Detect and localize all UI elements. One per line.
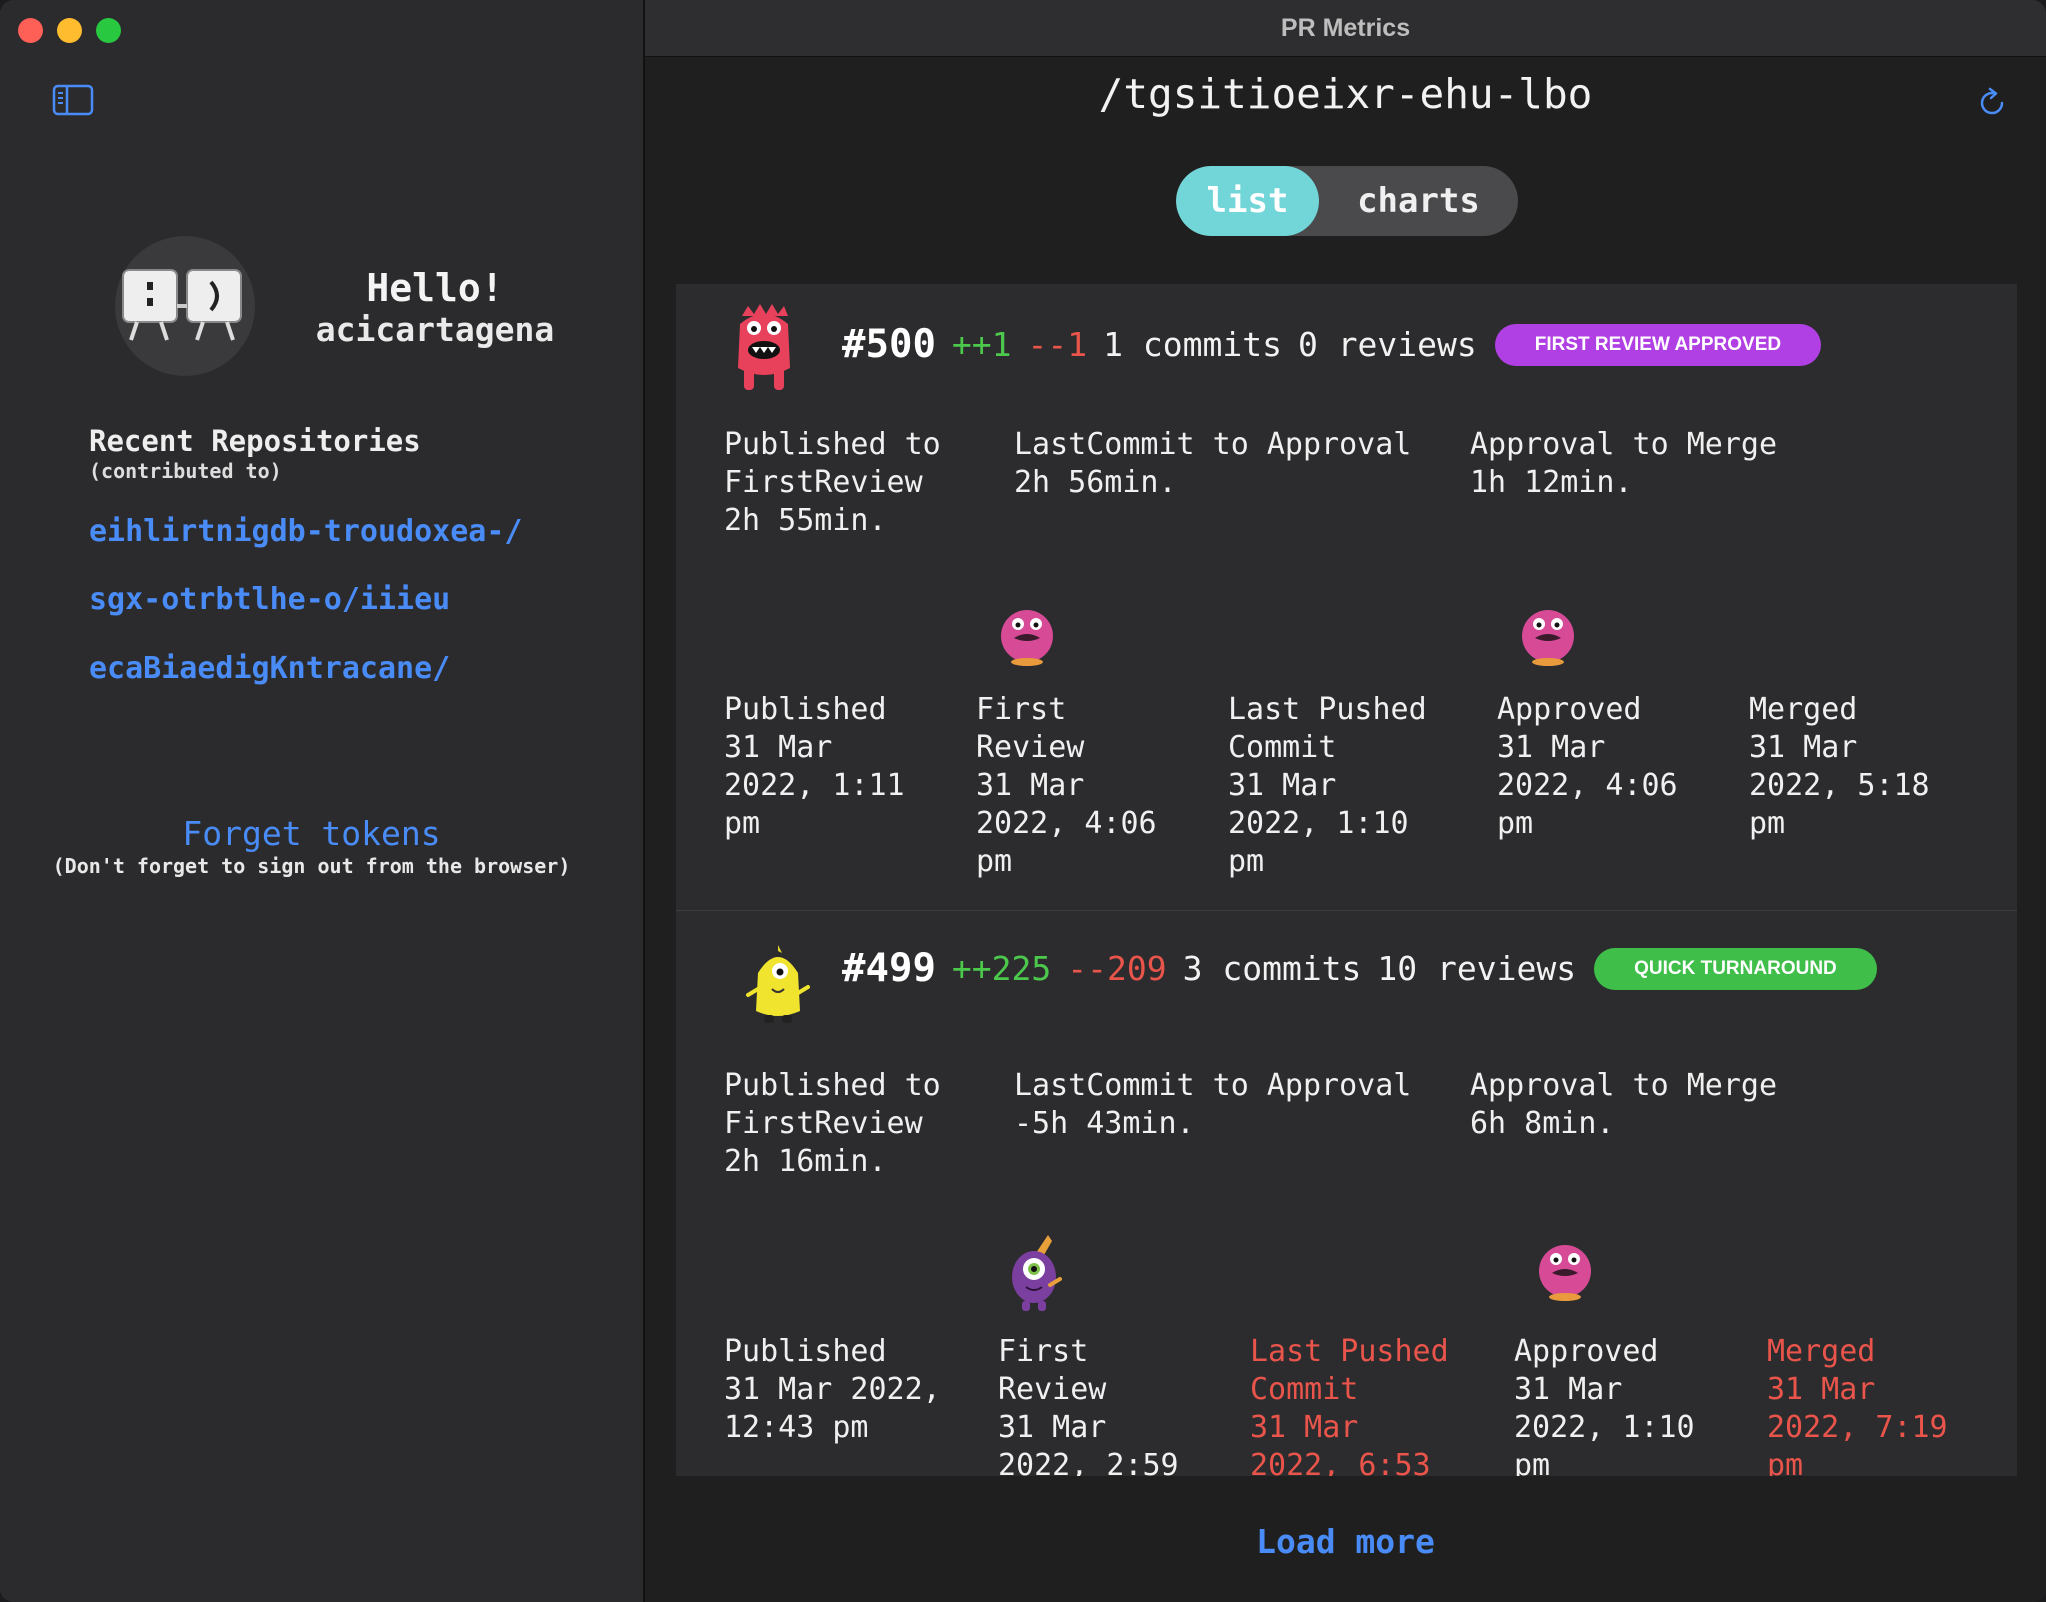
pr-additions: ++1 bbox=[951, 325, 1012, 364]
repo-link-1[interactable]: eihlirtnigdb-troudoxea-/ bbox=[89, 514, 522, 549]
metric-lastcommit-to-approval: LastCommit to Approval 2h 56min. bbox=[1014, 427, 1412, 500]
pr-header: #499 ++225 --209 3 commits 10 reviews QU… bbox=[842, 946, 1877, 991]
pr-card[interactable]: #499 ++225 --209 3 commits 10 reviews QU… bbox=[676, 911, 2017, 1476]
pr-number[interactable]: #500 bbox=[842, 322, 936, 367]
view-mode-switch: list charts bbox=[1176, 166, 1518, 236]
repo-title: /tgsitioeixr-ehu-lbo bbox=[1098, 70, 1593, 118]
pr-deletions: --1 bbox=[1027, 325, 1088, 364]
approver-avatar-icon bbox=[1539, 1245, 1591, 1301]
reviewer-avatar-icon bbox=[1001, 610, 1053, 666]
yellow-monster-avatar-icon bbox=[746, 945, 810, 1023]
username: acicartagena bbox=[315, 310, 555, 349]
purple-monster-avatar-icon bbox=[1012, 1235, 1062, 1311]
repo-link-2[interactable]: sgx-otrbtlhe-o/iiieu bbox=[89, 582, 450, 617]
main-panel: PR Metrics /tgsitioeixr-ehu-lbo list cha… bbox=[645, 0, 2046, 1602]
tab-charts[interactable]: charts bbox=[1319, 166, 1518, 236]
profile-card: Hello! acicartagena bbox=[115, 236, 655, 378]
recent-repositories-title: Recent Repositories bbox=[89, 424, 421, 458]
approver-avatar-icon bbox=[1522, 610, 1574, 666]
timeline-last-pushed-commit: Last Pushed Commit 31 Mar 2022, 6:53 bbox=[1250, 1334, 1449, 1476]
title-bar: PR Metrics bbox=[645, 0, 2046, 57]
status-badge: FIRST REVIEW APPROVED bbox=[1494, 323, 1822, 366]
metric-published-to-first-review: Published to FirstReview 2h 16min. bbox=[724, 1068, 941, 1179]
timeline-last-pushed-commit: Last Pushed Commit 31 Mar 2022, 1:10 pm bbox=[1228, 692, 1427, 879]
forget-tokens-button[interactable]: Forget tokens bbox=[0, 814, 623, 853]
red-monster-avatar-icon bbox=[738, 304, 790, 390]
pr-header: #500 ++1 --1 1 commits 0 reviews FIRST R… bbox=[842, 322, 1822, 367]
pr-additions: ++225 bbox=[951, 949, 1052, 988]
load-more-button[interactable]: Load more bbox=[645, 1522, 2046, 1561]
pr-reviews: 10 reviews bbox=[1377, 949, 1577, 988]
timeline-published: Published 31 Mar 2022, 1:11 pm bbox=[724, 692, 905, 841]
greeting: Hello! bbox=[366, 266, 504, 310]
window-title: PR Metrics bbox=[1280, 14, 1411, 42]
keycaps-avatar-icon bbox=[122, 269, 242, 341]
timeline-approved: Approved 31 Mar 2022, 4:06 pm bbox=[1497, 692, 1678, 841]
metric-lastcommit-to-approval: LastCommit to Approval -5h 43min. bbox=[1014, 1068, 1412, 1141]
pr-commits: 1 commits bbox=[1103, 325, 1282, 364]
refresh-icon[interactable] bbox=[1975, 86, 2009, 120]
avatar bbox=[115, 236, 255, 376]
pr-deletions: --209 bbox=[1067, 949, 1167, 988]
metric-approval-to-merge: Approval to Merge 1h 12min. bbox=[1470, 427, 1778, 500]
minimize-window-button[interactable] bbox=[57, 18, 82, 43]
pr-commits: 3 commits bbox=[1182, 949, 1362, 988]
timeline-merged: Merged 31 Mar 2022, 5:18 pm bbox=[1749, 692, 1930, 841]
app-window: Hello! acicartagena Recent Repositories … bbox=[0, 0, 2046, 1602]
pr-reviews: 0 reviews bbox=[1297, 325, 1477, 364]
pr-card[interactable]: #500 ++1 --1 1 commits 0 reviews FIRST R… bbox=[676, 284, 2017, 910]
timeline-merged: Merged 31 Mar 2022, 7:19 pm bbox=[1767, 1334, 1948, 1476]
tab-list[interactable]: list bbox=[1176, 166, 1319, 236]
pr-list: #500 ++1 --1 1 commits 0 reviews FIRST R… bbox=[676, 284, 2017, 1476]
metric-approval-to-merge: Approval to Merge 6h 8min. bbox=[1470, 1068, 1778, 1141]
close-window-button[interactable] bbox=[18, 18, 43, 43]
recent-repositories-subtitle: (contributed to) bbox=[89, 459, 282, 483]
timeline-first-review: First Review 31 Mar 2022, 4:06 pm bbox=[976, 692, 1157, 879]
sidebar-toggle-icon[interactable] bbox=[52, 84, 94, 116]
pr-number[interactable]: #499 bbox=[842, 946, 936, 991]
timeline-published: Published 31 Mar 2022, 12:43 pm bbox=[724, 1334, 941, 1445]
timeline-first-review: First Review 31 Mar 2022, 2:59 bbox=[998, 1334, 1179, 1476]
status-badge: QUICK TURNAROUND bbox=[1594, 947, 1877, 990]
zoom-window-button[interactable] bbox=[96, 18, 121, 43]
forget-tokens-note: (Don't forget to sign out from the brows… bbox=[52, 854, 571, 878]
window-controls bbox=[18, 18, 121, 43]
metric-published-to-first-review: Published to FirstReview 2h 55min. bbox=[724, 427, 941, 538]
repo-link-3[interactable]: ecaBiaedigKntracane/ bbox=[89, 651, 450, 686]
sidebar: Hello! acicartagena Recent Repositories … bbox=[0, 0, 645, 1602]
timeline-approved: Approved 31 Mar 2022, 1:10 pm bbox=[1514, 1334, 1695, 1476]
